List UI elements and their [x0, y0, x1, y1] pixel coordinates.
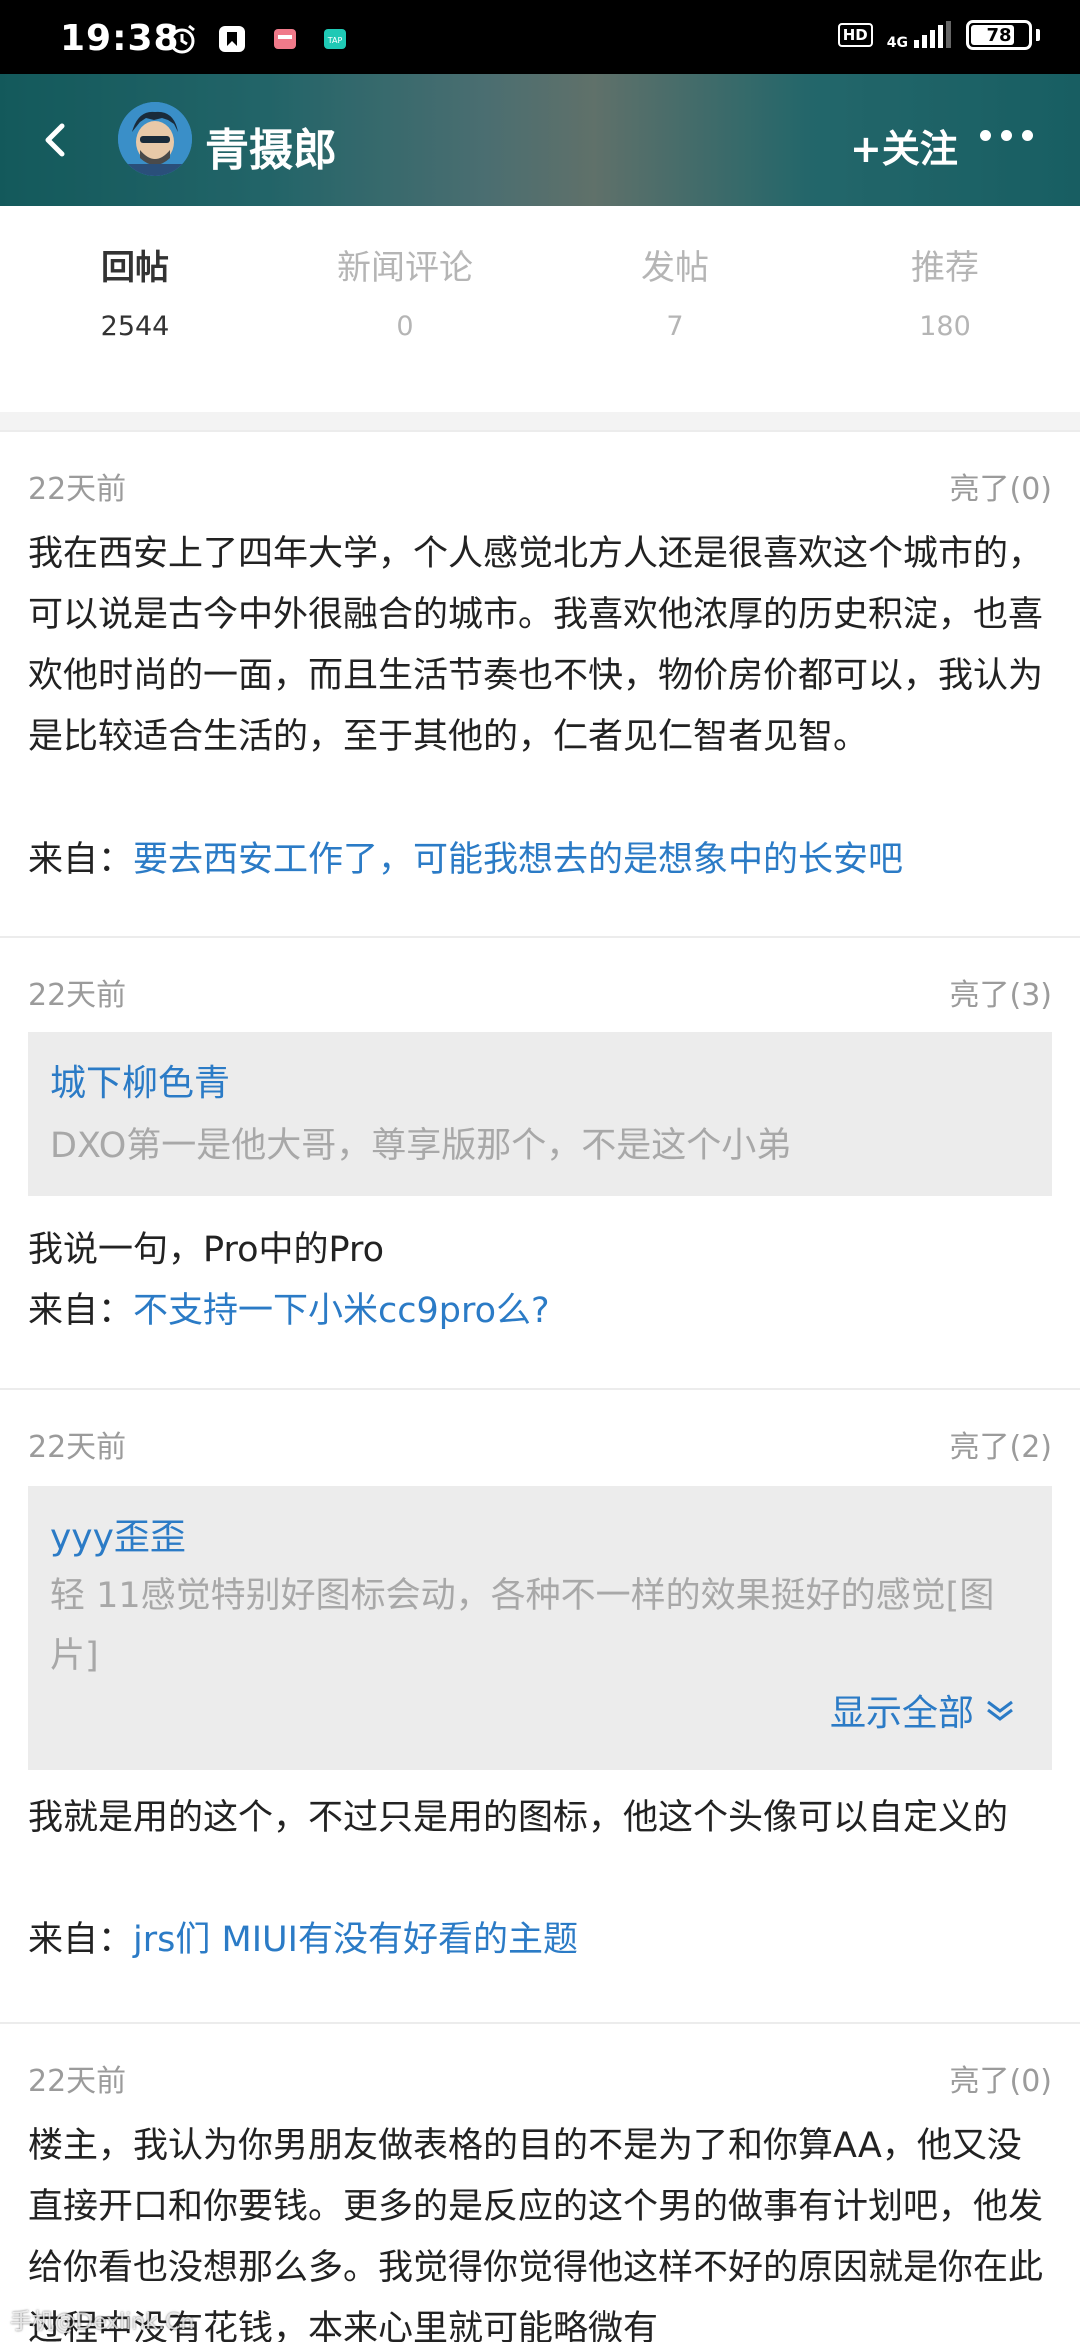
quote-text: 轻 11感觉特别好图标会动，各种不一样的效果挺好的感觉[图片]	[50, 1576, 995, 1676]
post-item[interactable]: 22天前 亮了(3) 城下柳色青 DXO第一是他大哥，尊享版那个，不是这个小弟 …	[0, 936, 1080, 1390]
profile-header: 青摄郎 +关注	[0, 74, 1080, 206]
app-icon: TAP	[318, 22, 352, 56]
app-icon	[268, 22, 302, 56]
post-item[interactable]: 22天前 亮了(0) 楼主，我认为你男朋友做表格的目的不是为了和你算AA，他又没…	[0, 2022, 1080, 2342]
quote-user[interactable]: yyy歪歪	[50, 1508, 186, 1560]
status-indicators: HD 4G 78	[837, 20, 1040, 50]
tab-posts[interactable]: 发帖 7	[540, 240, 810, 342]
profile-tabs: 回帖 2544 新闻评论 0 发帖 7 推荐 180	[0, 206, 1080, 414]
source-link[interactable]: 要去西安工作了，可能我想去的是想象中的长安吧	[133, 840, 903, 880]
post-time: 22天前	[28, 472, 127, 507]
post-time: 22天前	[28, 2064, 127, 2099]
quote-user[interactable]: 城下柳色青	[50, 1054, 230, 1106]
svg-text:TAP: TAP	[327, 36, 343, 45]
like-count[interactable]: 亮了(0)	[950, 464, 1053, 508]
tab-label: 回帖	[101, 248, 169, 288]
back-icon	[45, 123, 65, 157]
tab-news-comments[interactable]: 新闻评论 0	[270, 240, 540, 342]
source-prefix: 来自：	[28, 1920, 134, 1960]
post-item[interactable]: 22天前 亮了(2) yyy歪歪 轻 11感觉特别好图标会动，各种不一样的效果挺…	[0, 1388, 1080, 2024]
post-item[interactable]: 22天前 亮了(0) 我在西安上了四年大学，个人感觉北方人还是很喜欢这个城市的，…	[0, 430, 1080, 938]
post-source: 来自：jrs们 MIUI有没有好看的主题	[28, 1910, 578, 1971]
source-prefix: 来自：	[28, 840, 134, 880]
follow-button[interactable]: +关注	[850, 118, 958, 173]
tab-count: 180	[919, 311, 971, 342]
app-icon	[215, 22, 249, 56]
post-body: 我就是用的这个，不过只是用的图标，他这个头像可以自定义的	[28, 1798, 1009, 1838]
tab-count: 2544	[100, 311, 170, 342]
show-all-label: 显示全部	[829, 1693, 974, 1734]
post-source: 来自：要去西安工作了，可能我想去的是想象中的长安吧	[28, 830, 903, 891]
alarm-icon	[165, 22, 199, 56]
post-body: 我在西安上了四年大学，个人感觉北方人还是很喜欢这个城市的，可以说是古今中外很融合…	[28, 534, 1044, 757]
tab-label: 发帖	[641, 248, 709, 288]
hd-badge: HD	[837, 23, 873, 47]
status-time: 19:38	[60, 18, 180, 59]
divider	[0, 412, 1080, 430]
source-link[interactable]: 不支持一下小米cc9pro么?	[133, 1291, 550, 1331]
tab-recommend[interactable]: 推荐 180	[810, 240, 1080, 342]
post-source: 来自：不支持一下小米cc9pro么?	[28, 1281, 550, 1342]
post-time: 22天前	[28, 978, 127, 1013]
battery-icon: 78	[966, 20, 1032, 50]
like-count[interactable]: 亮了(2)	[950, 1422, 1053, 1466]
source-prefix: 来自：	[28, 1291, 134, 1331]
like-count[interactable]: 亮了(0)	[950, 2056, 1053, 2100]
chevron-down-icon	[987, 1700, 1013, 1721]
more-icon[interactable]	[980, 130, 1033, 141]
avatar[interactable]	[118, 102, 192, 176]
tab-count: 7	[666, 311, 684, 342]
tab-replies[interactable]: 回帖 2544	[0, 240, 270, 342]
tab-label: 新闻评论	[337, 248, 473, 288]
back-button[interactable]	[30, 114, 82, 166]
show-all-button[interactable]: 显示全部	[830, 1684, 1016, 1736]
post-time: 22天前	[28, 1430, 127, 1465]
post-body: 我说一句，Pro中的Pro	[28, 1230, 385, 1270]
tab-label: 推荐	[911, 248, 979, 288]
like-count[interactable]: 亮了(3)	[950, 970, 1053, 1014]
watermark: 手机@Dexlink.Cn	[10, 2310, 195, 2335]
user-name: 青摄郎	[205, 125, 337, 176]
quoted-reply[interactable]: 城下柳色青 DXO第一是他大哥，尊享版那个，不是这个小弟	[28, 1032, 1052, 1196]
tab-count: 0	[396, 311, 414, 342]
status-bar: 19:38 TAP HD 4G 78	[0, 0, 1080, 74]
source-link[interactable]: jrs们 MIUI有没有好看的主题	[133, 1920, 578, 1960]
quoted-reply[interactable]: yyy歪歪 轻 11感觉特别好图标会动，各种不一样的效果挺好的感觉[图片] 显示…	[28, 1486, 1052, 1770]
signal-icon: 4G	[887, 20, 952, 50]
quote-text: DXO第一是他大哥，尊享版那个，不是这个小弟	[50, 1126, 792, 1166]
